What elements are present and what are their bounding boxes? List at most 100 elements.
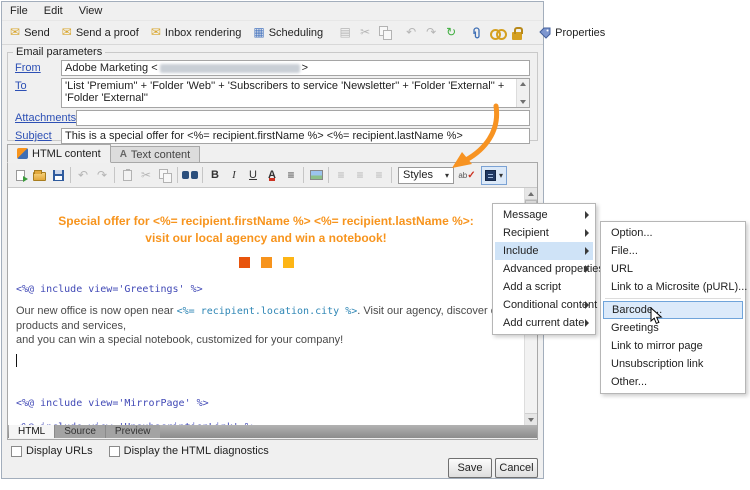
bullet-list-button[interactable]: ≡ xyxy=(282,166,300,184)
open-button[interactable] xyxy=(30,166,48,184)
tab-source-view[interactable]: Source xyxy=(54,425,105,438)
editor-copy-button[interactable] xyxy=(156,166,174,184)
checkbox-icon[interactable] xyxy=(11,446,22,457)
copy-button[interactable] xyxy=(376,24,394,42)
editor-paste-button[interactable] xyxy=(118,166,136,184)
tab-html-content[interactable]: HTML content xyxy=(7,144,111,163)
scroll-up-icon[interactable] xyxy=(520,82,526,86)
menu-view[interactable]: View xyxy=(79,5,103,17)
submenu-item-other[interactable]: Other... xyxy=(603,373,743,391)
display-diagnostics-checkbox[interactable]: Display the HTML diagnostics xyxy=(109,445,269,457)
from-link[interactable]: From xyxy=(15,60,61,74)
to-link[interactable]: To xyxy=(15,78,61,92)
open-folder-icon xyxy=(33,172,46,181)
undo-button[interactable]: ↶ xyxy=(402,24,420,42)
scheduling-button[interactable]: ▦ Scheduling xyxy=(248,24,328,41)
scroll-up-icon xyxy=(528,192,534,196)
menu-edit[interactable]: Edit xyxy=(44,5,63,17)
email-heading-line2: visit our local agency and win a noteboo… xyxy=(8,230,537,247)
attachment-button[interactable] xyxy=(468,24,486,42)
submenu-item-file[interactable]: File... xyxy=(603,242,743,260)
cancel-button[interactable]: Cancel xyxy=(495,458,538,478)
scroll-down-icon[interactable] xyxy=(520,100,526,104)
from-value-prefix: Adobe Marketing < xyxy=(65,62,158,74)
subject-link[interactable]: Subject xyxy=(15,128,61,142)
email-heading-line1: Special offer for <%= recipient.firstNam… xyxy=(8,213,537,230)
editor-cut-button[interactable]: ✂ xyxy=(137,166,155,184)
menu-item-add-current-date[interactable]: Add current date xyxy=(495,314,593,332)
submenu-item-greetings[interactable]: Greetings xyxy=(603,319,743,337)
lock-button[interactable] xyxy=(508,24,526,42)
scroll-up-button[interactable] xyxy=(525,188,537,200)
send-button[interactable]: ✉ Send xyxy=(5,24,55,41)
font-color-button[interactable]: A xyxy=(263,166,281,184)
menu-file[interactable]: File xyxy=(10,5,28,17)
to-scrollbar[interactable] xyxy=(516,79,529,107)
editor-canvas[interactable]: Special offer for <%= recipient.firstNam… xyxy=(8,188,537,425)
menu-item-advanced-properties[interactable]: Advanced properties xyxy=(495,260,593,278)
insert-image-button[interactable] xyxy=(307,166,325,184)
submenu-item-unsubscription-link[interactable]: Unsubscription link xyxy=(603,355,743,373)
cut-button[interactable]: ✂ xyxy=(356,24,374,42)
editor-redo-button[interactable]: ↷ xyxy=(93,166,111,184)
cut-icon: ✂ xyxy=(360,26,370,39)
menu-item-conditional-content[interactable]: Conditional content xyxy=(495,296,593,314)
copy-icon xyxy=(159,169,172,182)
italic-button[interactable]: I xyxy=(225,166,243,184)
redo-icon: ↷ xyxy=(97,169,107,182)
text-content-icon: A xyxy=(120,149,127,160)
checkbox-icon[interactable] xyxy=(109,446,120,457)
lock-icon xyxy=(512,32,522,40)
submenu-item-option[interactable]: Option... xyxy=(603,224,743,242)
submenu-item-url[interactable]: URL xyxy=(603,260,743,278)
align-left-icon: ≡ xyxy=(337,169,344,182)
from-input[interactable]: Adobe Marketing < > xyxy=(61,60,530,76)
submenu-item-microsite-purl[interactable]: Link to a Microsite (pURL)... xyxy=(603,278,743,296)
inbox-rendering-button[interactable]: ✉ Inbox rendering xyxy=(146,24,247,41)
toolbar-separator xyxy=(391,167,392,183)
menu-item-label: Conditional content xyxy=(503,299,597,311)
link-button[interactable] xyxy=(488,24,506,42)
toolbar-separator xyxy=(303,167,304,183)
insert-page-icon xyxy=(16,170,25,181)
main-toolbar: ✉ Send ✉ Send a proof ✉ Inbox rendering … xyxy=(2,20,543,45)
menu-item-recipient[interactable]: Recipient xyxy=(495,224,593,242)
tab-html-view[interactable]: HTML xyxy=(9,425,54,438)
menu-item-message[interactable]: Message xyxy=(495,206,593,224)
bullet-list-icon: ≡ xyxy=(287,169,294,182)
save-button[interactable]: Save xyxy=(448,458,492,478)
align-right-button[interactable]: ≡ xyxy=(370,166,388,184)
tab-preview-view[interactable]: Preview xyxy=(105,425,160,438)
menu-item-label: Recipient xyxy=(503,227,549,239)
align-left-button[interactable]: ≡ xyxy=(332,166,350,184)
bold-button[interactable]: B xyxy=(206,166,224,184)
find-button[interactable] xyxy=(181,166,199,184)
underline-button[interactable]: U xyxy=(244,166,262,184)
submenu-item-link-to-mirror-page[interactable]: Link to mirror page xyxy=(603,337,743,355)
menu-item-add-a-script[interactable]: Add a script xyxy=(495,278,593,296)
save-file-button[interactable] xyxy=(49,166,67,184)
scheduling-icon: ▦ xyxy=(253,26,264,39)
display-urls-checkbox[interactable]: Display URLs xyxy=(11,445,93,457)
personalization-menu: Message Recipient Include Advanced prope… xyxy=(492,203,596,335)
editor-view-tabs: HTML Source Preview xyxy=(8,425,537,438)
align-center-button[interactable]: ≡ xyxy=(351,166,369,184)
binoculars-icon xyxy=(182,170,198,180)
insert-content-button[interactable] xyxy=(11,166,29,184)
attachments-link[interactable]: Attachments xyxy=(15,110,76,124)
paste-button[interactable]: ▤ xyxy=(336,24,354,42)
menu-item-label: Other... xyxy=(611,376,647,388)
toolbar-separator xyxy=(70,167,71,183)
scroll-down-button[interactable] xyxy=(525,413,537,425)
send-proof-button[interactable]: ✉ Send a proof xyxy=(57,24,144,41)
submenu-item-barcode[interactable]: Barcode... xyxy=(603,301,743,319)
menu-item-label: URL xyxy=(611,263,633,275)
inbox-rendering-label: Inbox rendering xyxy=(165,27,241,39)
editor-undo-button[interactable]: ↶ xyxy=(74,166,92,184)
properties-button[interactable]: Properties xyxy=(534,25,610,41)
menu-item-include[interactable]: Include xyxy=(495,242,593,260)
refresh-button[interactable]: ↻ xyxy=(442,24,460,42)
tab-text-content[interactable]: A Text content xyxy=(111,146,201,163)
redo-button[interactable]: ↷ xyxy=(422,24,440,42)
content-tabs: HTML content A Text content xyxy=(7,144,200,163)
